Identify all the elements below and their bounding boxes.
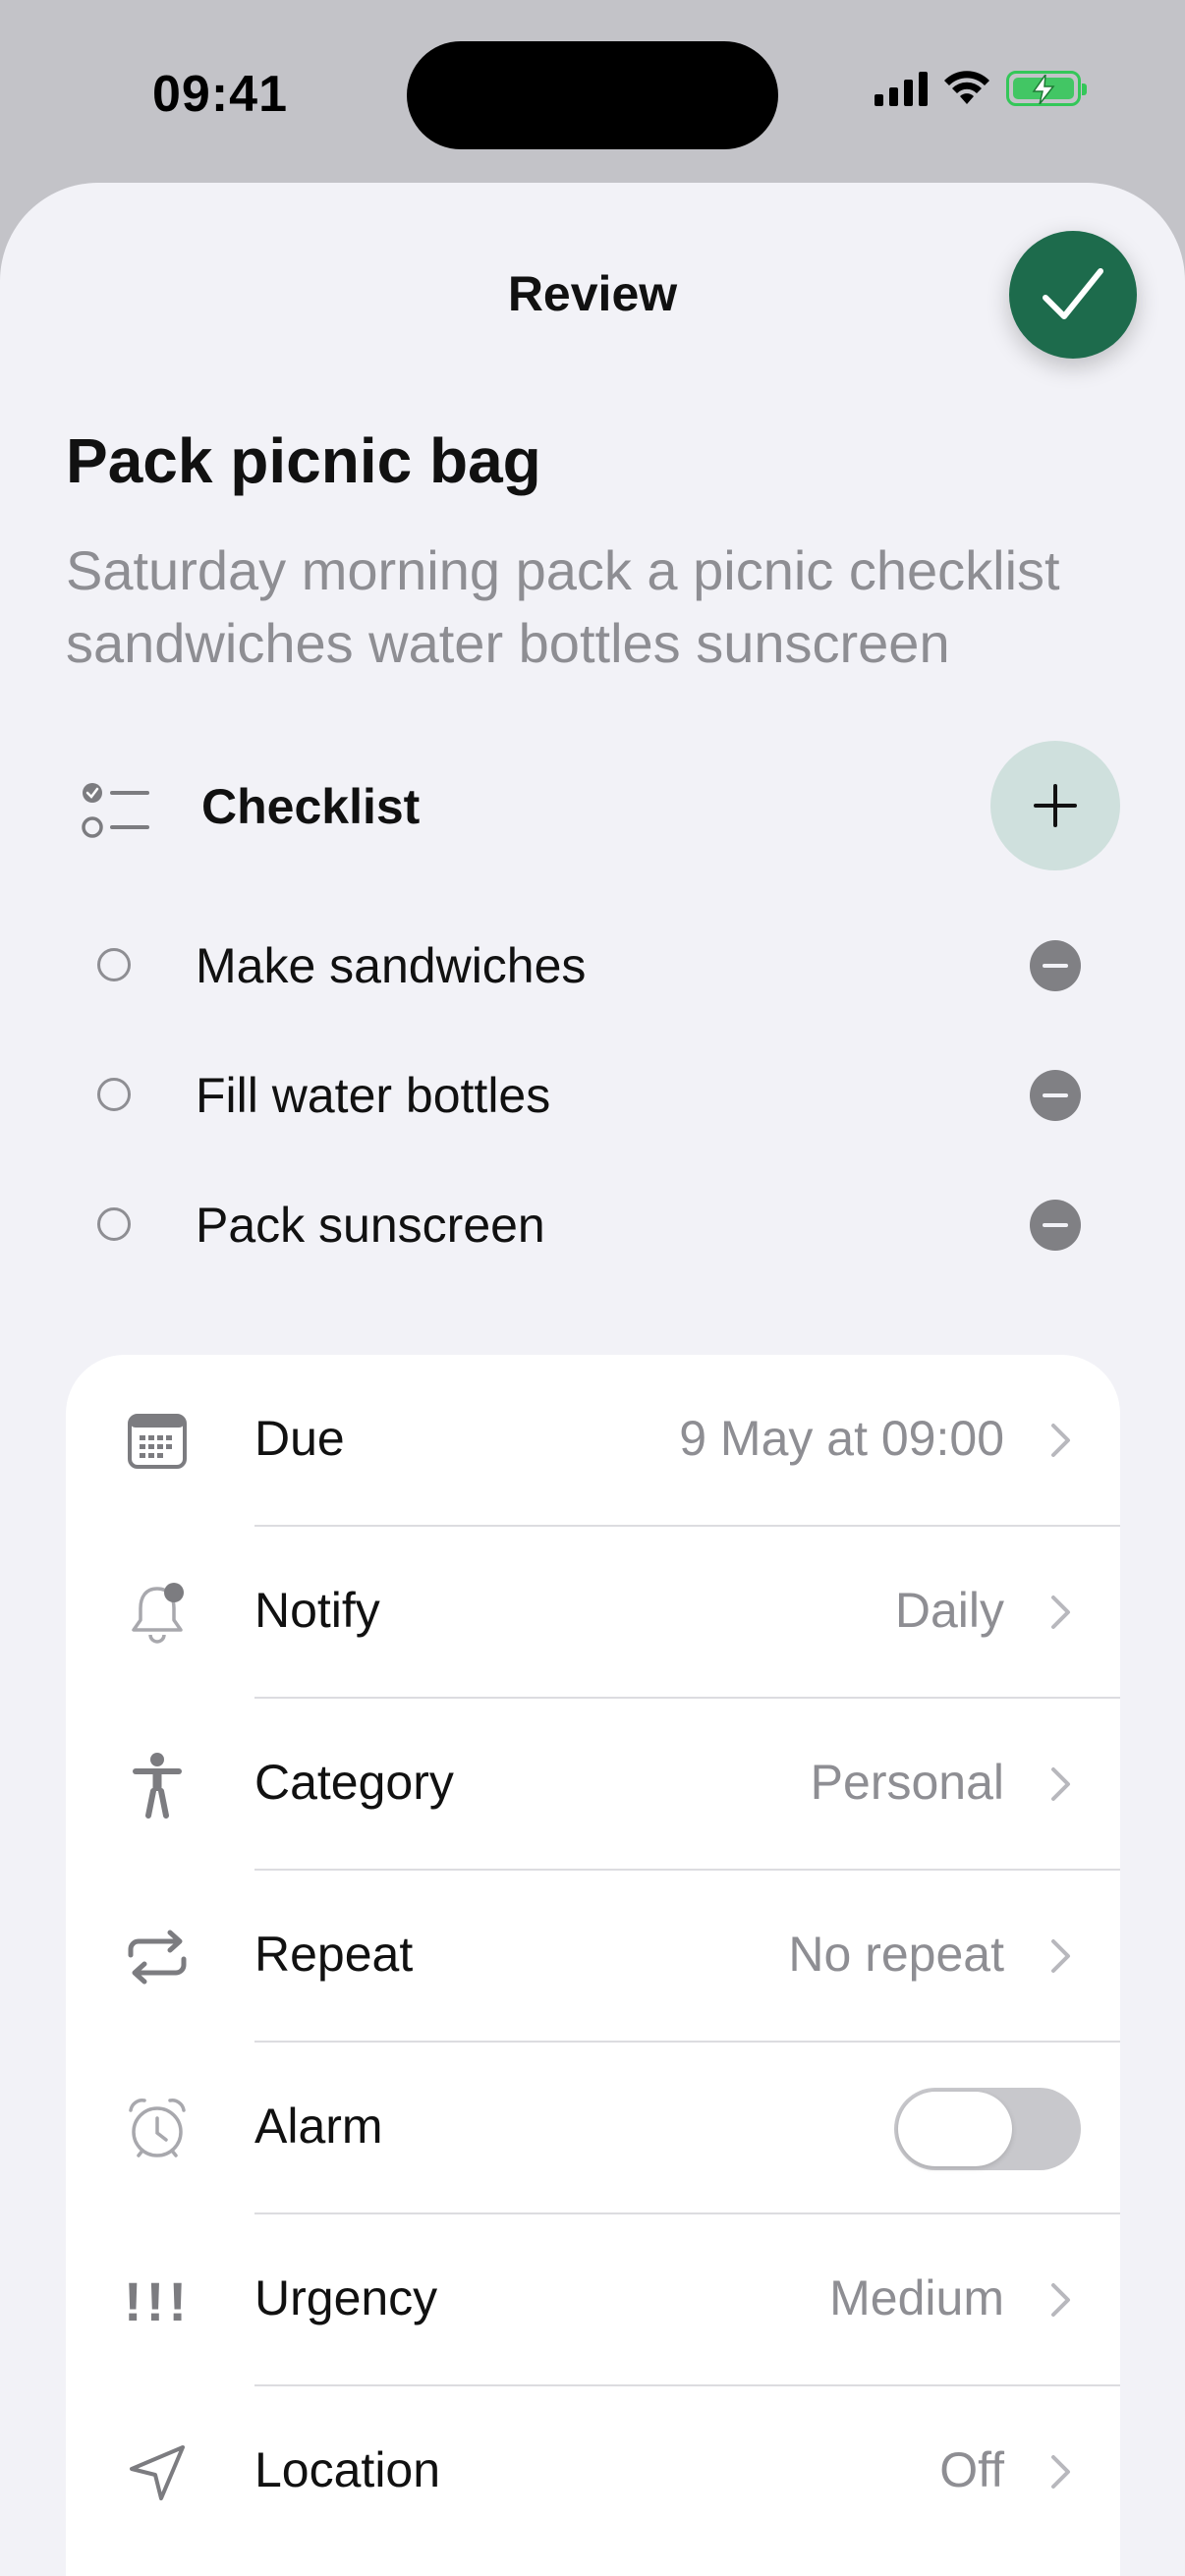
due-label: Due [254,1411,345,1466]
sheet-title: Review [507,266,678,321]
chevron-right-icon [1051,1939,1070,1973]
notify-value: Daily [894,1583,1004,1638]
wifi-icon [944,71,989,104]
location-row[interactable]: Location Off [66,2386,1120,2558]
checklist-item-text[interactable]: Make sandwiches [196,937,586,994]
remove-item-button[interactable] [1030,1070,1081,1121]
details-card: Due 9 May at 09:00 Notify Daily Category… [66,1355,1120,2576]
chevron-right-icon [1051,2283,1070,2317]
checklist-item-checkbox[interactable] [97,948,131,981]
due-value: 9 May at 09:00 [679,1411,1004,1466]
alarm-toggle[interactable] [894,2088,1081,2170]
confirm-button[interactable] [1009,231,1137,359]
checklist-header: Checklist [0,741,1185,870]
checklist-item: Pack sunscreen [0,1175,1185,1273]
urgency-row[interactable]: !!! Urgency Medium [66,2214,1120,2386]
alarm-label: Alarm [254,2099,383,2154]
add-checklist-item-button[interactable] [990,741,1120,870]
review-sheet: Review Pack picnic bag Saturday morning … [0,183,1185,2576]
checklist-item-text[interactable]: Pack sunscreen [196,1197,545,1254]
battery-charging-icon [1006,71,1087,106]
dynamic-island [407,41,778,149]
due-row[interactable]: Due 9 May at 09:00 [66,1355,1120,1527]
category-value: Personal [810,1755,1004,1810]
calendar-icon [125,1409,190,1474]
repeat-icon [125,1925,190,1989]
checkmark-icon [1043,268,1103,319]
plus-icon [1034,784,1077,827]
location-label: Location [254,2442,441,2497]
person-icon [125,1753,190,1819]
checklist-item: Make sandwiches [0,916,1185,1014]
chevron-right-icon [1051,1596,1070,1629]
notify-label: Notify [254,1583,380,1638]
urgency-icon: !!! [124,2269,191,2332]
checklist-item-text[interactable]: Fill water bottles [196,1067,550,1124]
location-arrow-icon [125,2440,190,2505]
cellular-signal-icon [875,71,928,106]
status-icons [875,71,1087,106]
task-title[interactable]: Pack picnic bag [66,424,541,497]
remove-item-button[interactable] [1030,940,1081,991]
notify-row[interactable]: Notify Daily [66,1527,1120,1699]
chevron-right-icon [1051,2455,1070,2489]
bell-icon [125,1581,190,1646]
category-row[interactable]: Category Personal [66,1699,1120,1871]
checklist-item-checkbox[interactable] [97,1078,131,1111]
chevron-right-icon [1051,1424,1070,1457]
checklist-icon [82,783,149,838]
repeat-label: Repeat [254,1927,414,1982]
chevron-right-icon [1051,1767,1070,1801]
location-value: Off [939,2442,1004,2497]
urgency-value: Medium [829,2270,1004,2325]
category-label: Category [254,1755,454,1810]
status-time: 09:41 [152,66,288,123]
checklist-item: Fill water bottles [0,1045,1185,1144]
urgency-label: Urgency [254,2270,438,2325]
checklist-label: Checklist [201,779,421,834]
remove-item-button[interactable] [1030,1200,1081,1251]
repeat-value: No repeat [788,1927,1004,1982]
alarm-icon [125,2097,190,2161]
alarm-row: Alarm [66,2043,1120,2214]
repeat-row[interactable]: Repeat No repeat [66,1871,1120,2043]
toggle-knob [898,2092,1012,2166]
status-bar: 09:41 [0,0,1185,187]
task-description[interactable]: Saturday morning pack a picnic checklist… [66,534,1147,680]
checklist-item-checkbox[interactable] [97,1207,131,1241]
